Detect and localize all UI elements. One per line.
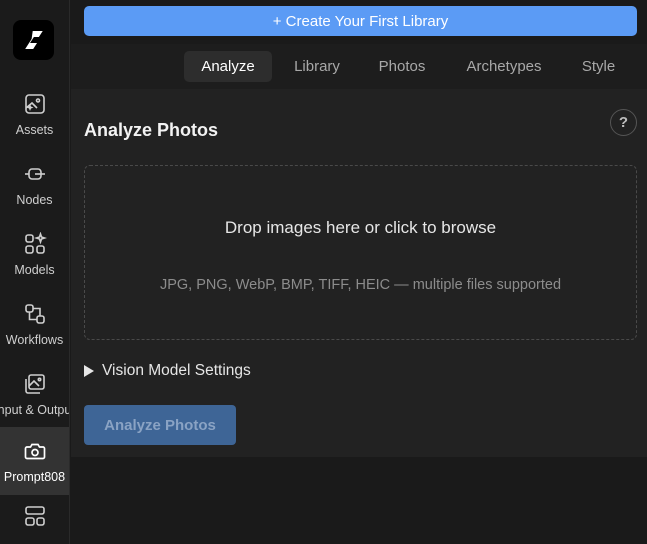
tab-archetypes[interactable]: Archetypes (454, 51, 554, 82)
dropzone-instructions: Drop images here or click to browse (224, 218, 497, 237)
sidebar: Assets Nodes Models Workflows nput & Out… (0, 0, 70, 544)
tab-analyze[interactable]: Analyze (184, 51, 272, 82)
sidebar-item-layout[interactable] (0, 492, 69, 544)
app: Assets Nodes Models Workflows nput & Out… (0, 0, 647, 544)
disclosure-triangle-icon (84, 365, 94, 377)
sidebar-item-label: Assets (15, 123, 54, 137)
layout-icon (23, 504, 47, 528)
models-icon (23, 232, 47, 256)
page-title: Analyze Photos (84, 120, 219, 140)
analyze-panel: Analyze Photos ? Drop images here or cli… (71, 89, 647, 457)
dropzone-formats: JPG, PNG, WebP, BMP, TIFF, HEIC — multip… (159, 277, 562, 293)
analyze-photos-button[interactable]: Analyze Photos (84, 405, 236, 445)
sidebar-item-workflows[interactable]: Workflows (0, 290, 69, 358)
sidebar-item-label: Input & Output (0, 403, 69, 417)
vision-model-settings-label: Vision Model Settings (102, 362, 251, 379)
vision-model-settings-toggle[interactable]: Vision Model Settings (84, 362, 251, 380)
app-logo[interactable] (13, 20, 54, 60)
help-button[interactable]: ? (610, 109, 637, 136)
tab-photos[interactable]: Photos (367, 51, 437, 82)
sidebar-item-label: Workflows (5, 333, 64, 347)
image-sparkle-icon (23, 92, 47, 116)
image-dropzone[interactable]: Drop images here or click to browse JPG,… (84, 165, 637, 340)
create-library-button[interactable]: + Create Your First Library (84, 6, 637, 36)
tab-style[interactable]: Style (571, 51, 626, 82)
sidebar-item-label: Nodes (16, 193, 53, 207)
tab-bar: Analyze Library Photos Archetypes Style (71, 44, 647, 89)
tab-library[interactable]: Library (281, 51, 353, 82)
images-icon (23, 372, 47, 396)
sidebar-item-input-output[interactable]: Input & Output (0, 360, 69, 428)
camera-icon (23, 439, 47, 463)
sidebar-item-label: Models (14, 263, 55, 277)
sidebar-item-prompt808[interactable]: Prompt808 (0, 427, 69, 495)
workflow-icon (23, 302, 47, 326)
sidebar-item-label: Prompt808 (3, 470, 66, 484)
sidebar-item-nodes[interactable]: Nodes (0, 150, 69, 218)
empty-area (71, 457, 647, 544)
sidebar-item-models[interactable]: Models (0, 220, 69, 288)
logo-icon (24, 31, 43, 49)
nodes-icon (23, 162, 47, 186)
sidebar-item-assets[interactable]: Assets (0, 80, 69, 148)
main-content: + Create Your First Library Analyze Libr… (71, 0, 647, 544)
